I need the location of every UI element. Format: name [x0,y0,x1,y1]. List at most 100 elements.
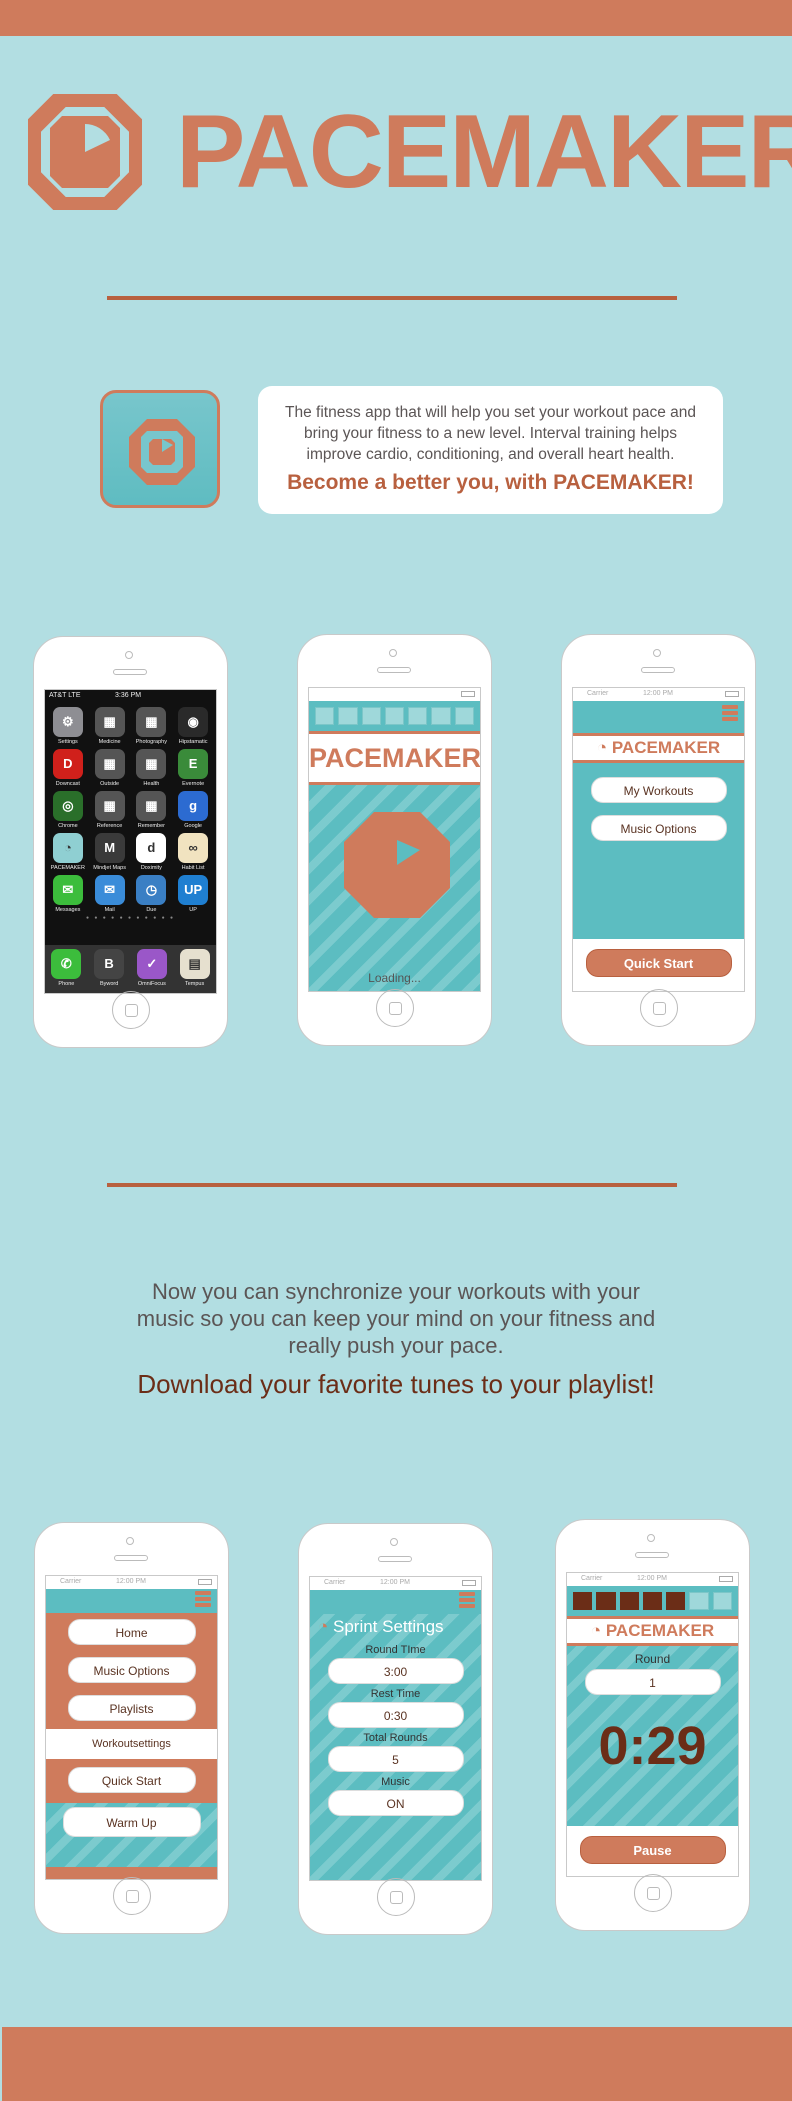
home-menu-button[interactable]: Home [67,1619,196,1645]
home-button[interactable] [640,989,678,1027]
battery-icon [461,691,475,697]
top-bar [46,1589,217,1613]
home-button[interactable] [376,989,414,1027]
hamburger-menu-icon[interactable] [195,1591,211,1609]
status-bar: Carrier 12:00 PM [567,1573,738,1586]
app-health[interactable]: ▦ Health [131,749,173,787]
app-mindjet-maps[interactable]: M Mindjet Maps [89,833,131,871]
timer-screen: Carrier 12:00 PM ◔ PACEMAKER Round 1 0:2… [566,1572,739,1877]
phone-main-menu: Carrier 12:00 PM ◔ PACEMAKER My Workouts… [561,634,756,1046]
speaker [377,667,411,673]
setting-value-field[interactable]: 3:00 [327,1658,464,1684]
camera [126,1537,134,1545]
quick-start-menu-button[interactable]: Quick Start [67,1767,196,1793]
home-button[interactable] [634,1874,672,1912]
music-options-menu-button[interactable]: Music Options [67,1657,196,1683]
setting-value-field[interactable]: ON [327,1790,464,1816]
app-remember[interactable]: ▦ Remember [131,791,173,829]
hamburger-menu-icon[interactable] [459,1592,475,1610]
logo-wordmark: PACEMAKER [176,94,792,210]
app-byword[interactable]: B Byword [88,949,131,993]
sync-section: Now you can synchronize your workouts wi… [0,1278,792,1400]
app-tempus[interactable]: ▤ Tempus [173,949,216,993]
app-habit-list[interactable]: ∞ Habit List [172,833,214,871]
app-evernote[interactable]: E Evernote [172,749,214,787]
camera [390,1538,398,1546]
app-label: Byword [99,981,119,987]
app-hipstamatic[interactable]: ◉ Hipstamatic [172,707,214,745]
app-label: Outside [100,781,120,787]
round-value: 1 [584,1669,721,1695]
playlists-menu-button[interactable]: Playlists [67,1695,196,1721]
setting-value-field[interactable]: 0:30 [327,1702,464,1728]
settings-fields: Round TIme 3:00 Rest Time 0:30 Total Rounds 5… [310,1644,481,1816]
home-button[interactable] [377,1878,415,1916]
camera [647,1534,655,1542]
app-label: Due [146,907,157,913]
app-up[interactable]: UP UP [172,875,214,913]
pacemaker-small-icon: ◔ [590,1621,606,1640]
music-options-button[interactable]: Music Options [590,815,727,841]
app-reference[interactable]: ▦ Reference [89,791,131,829]
menu-area: My Workouts Music Options [573,763,744,959]
app-outside[interactable]: ▦ Outside [89,749,131,787]
mail-icon: ✉ [94,875,125,905]
my-workouts-button[interactable]: My Workouts [590,777,727,803]
app-medicine[interactable]: ▦ Medicine [89,707,131,745]
top-bar [310,1590,481,1614]
menu-list: Home Music Options Playlists [46,1613,217,1721]
status-carrier: Carrier [60,1578,82,1585]
app-phone[interactable]: ✆ Phone [45,949,88,993]
app-due[interactable]: ◷ Due [131,875,173,913]
round-label: Round [634,1652,671,1666]
status-bar [309,688,480,701]
battery-icon [462,1580,476,1586]
app-messages[interactable]: ✉ Messages [47,875,89,913]
hamburger-menu-icon[interactable] [722,705,738,723]
home-button[interactable] [113,1877,151,1915]
quick-start-button[interactable]: Quick Start [585,949,732,977]
header-brand-text: PACEMAKER [611,738,721,757]
divider-1 [107,296,677,300]
google-icon: g [178,791,209,821]
sync-text: Now you can synchronize your workouts wi… [136,1279,656,1358]
pacemaker-small-icon: ◔ [318,1617,333,1636]
app-pacemaker[interactable]: ◔ PACEMAKER [47,833,89,871]
footer-area: Quick Start [573,939,744,991]
app-doximity[interactable]: d Doximity [131,833,173,871]
app-chrome[interactable]: ◎ Chrome [47,791,89,829]
pause-button[interactable]: Pause [579,1836,726,1864]
header-brand: ◔ PACEMAKER [573,733,744,763]
setting-value-field[interactable]: 5 [327,1746,464,1772]
status-bar: AT&T LTE 3:36 PM [45,690,216,703]
round-progress-strip [567,1586,738,1616]
phone-side-menu: Carrier 12:00 PM Home Music Options Play… [34,1522,229,1934]
app-google[interactable]: g Google [172,791,214,829]
settings-icon: ⚙ [52,707,83,737]
home-button[interactable] [112,991,150,1029]
dock: ✆ Phone B Byword ✓ OmniFocus ▤ Tempus [45,945,216,993]
tempus-icon: ▤ [179,949,210,979]
warm-up-button[interactable]: Warm Up [62,1807,201,1837]
pacemaker-icon: ◔ [52,833,83,863]
intro-text: The fitness app that will help you set y… [285,404,696,463]
main-menu-screen: Carrier 12:00 PM ◔ PACEMAKER My Workouts… [572,687,745,992]
app-omnifocus[interactable]: ✓ OmniFocus [131,949,174,993]
health-icon: ▦ [136,749,167,779]
app-settings[interactable]: ⚙ Settings [47,707,89,745]
app-label: Mail [104,907,115,913]
app-downcast[interactable]: D Downcast [47,749,89,787]
speaker [378,1556,412,1562]
status-time: 12:00 PM [380,1579,410,1586]
app-label: Photography [135,739,167,745]
status-time: 12:00 PM [637,1575,667,1582]
speaker [641,667,675,673]
status-carrier: AT&T LTE [49,692,81,699]
speaker [113,669,147,675]
app-mail[interactable]: ✉ Mail [89,875,131,913]
remember-icon: ▦ [136,791,167,821]
app-label: Google [184,823,202,829]
app-photography[interactable]: ▦ Photography [131,707,173,745]
sync-tagline: Download your favorite tunes to your pla… [137,1369,655,1399]
setting-label: Total Rounds [363,1732,428,1744]
